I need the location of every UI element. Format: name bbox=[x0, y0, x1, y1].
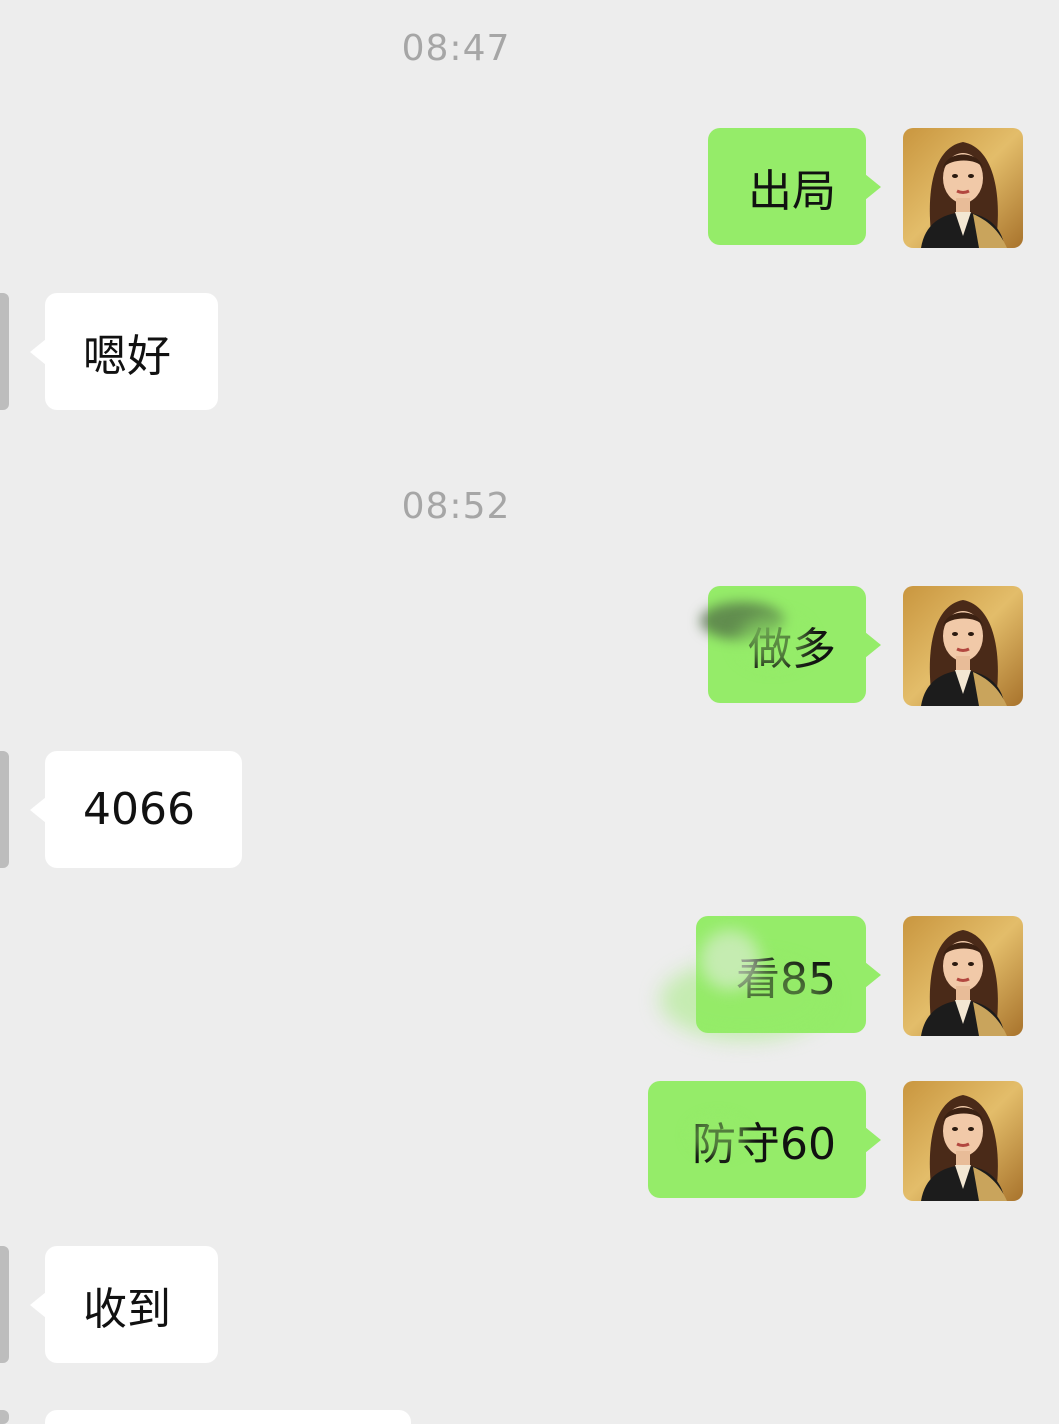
message-text: 做多 bbox=[748, 623, 836, 675]
incoming-message-bubble[interactable]: 收到 bbox=[30, 1246, 218, 1363]
outgoing-message-bubble[interactable]: 做多 bbox=[700, 586, 881, 703]
message-text: 嗯好 bbox=[83, 330, 171, 382]
woman-portrait-avatar-icon bbox=[903, 586, 1023, 706]
woman-portrait-avatar-icon bbox=[903, 916, 1023, 1036]
outgoing-message-bubble[interactable]: 出局 bbox=[708, 128, 881, 245]
timestamp: 08:47 bbox=[401, 28, 511, 69]
avatar[interactable] bbox=[0, 1246, 9, 1363]
incoming-message-bubble[interactable] bbox=[45, 1410, 411, 1424]
avatar[interactable] bbox=[0, 293, 9, 410]
message-text: 4066 bbox=[83, 784, 195, 835]
avatar[interactable] bbox=[903, 128, 1023, 248]
message-text: 收到 bbox=[83, 1283, 171, 1335]
outgoing-message-bubble[interactable]: 防守60 bbox=[648, 1081, 881, 1198]
message-text: 看85 bbox=[736, 953, 836, 1005]
timestamp: 08:52 bbox=[401, 486, 511, 527]
avatar[interactable] bbox=[0, 751, 9, 868]
avatar[interactable] bbox=[903, 916, 1023, 1036]
avatar[interactable] bbox=[903, 586, 1023, 706]
avatar[interactable] bbox=[903, 1081, 1023, 1201]
message-text: 出局 bbox=[748, 165, 836, 217]
avatar[interactable] bbox=[0, 1410, 9, 1424]
outgoing-message-bubble[interactable]: 看85 bbox=[696, 916, 881, 1033]
message-text: 防守60 bbox=[692, 1118, 836, 1170]
incoming-message-bubble[interactable]: 嗯好 bbox=[30, 293, 218, 410]
incoming-message-bubble[interactable]: 4066 bbox=[30, 751, 242, 868]
woman-portrait-avatar-icon bbox=[903, 128, 1023, 248]
woman-portrait-avatar-icon bbox=[903, 1081, 1023, 1201]
